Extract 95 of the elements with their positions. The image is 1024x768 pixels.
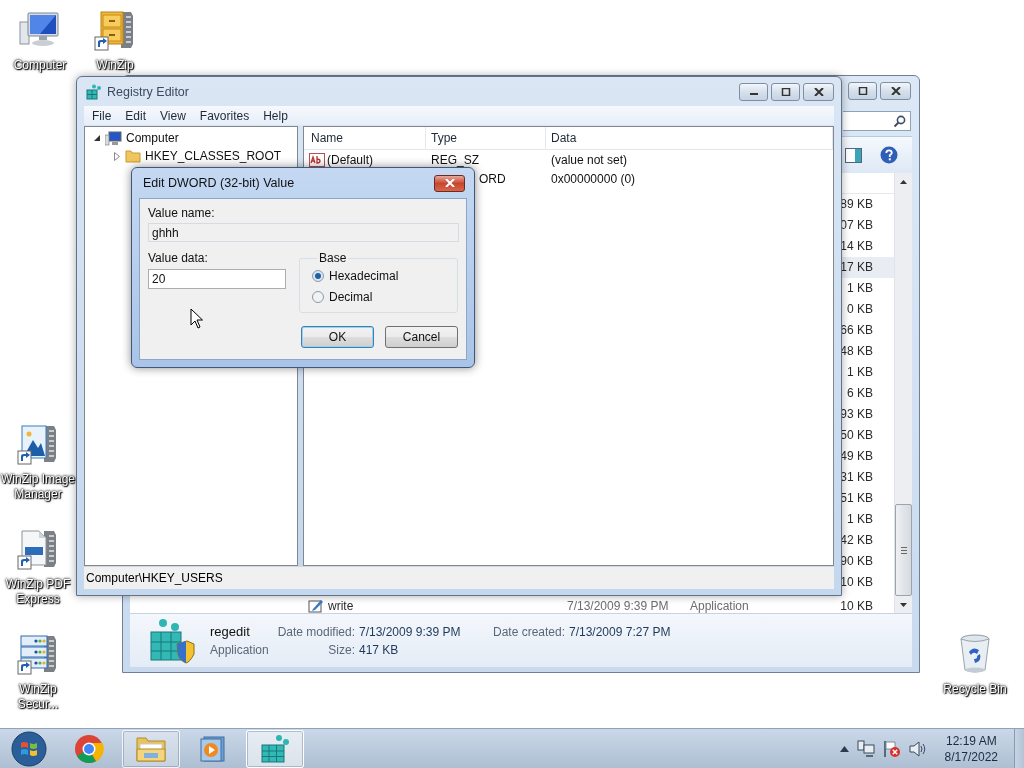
file-date: 7/13/2009 9:39 PM bbox=[566, 599, 670, 613]
file-name: regedit bbox=[210, 624, 251, 639]
column-header[interactable]: Name bbox=[304, 127, 426, 149]
grip-icon bbox=[900, 546, 907, 554]
file-size: 14 KB bbox=[839, 239, 873, 254]
field-label: Value name: bbox=[148, 206, 216, 220]
radio-option[interactable]: Decimal bbox=[312, 290, 457, 304]
dialog-title: Edit DWORD (32-bit) Value bbox=[143, 176, 296, 190]
maximize-icon bbox=[780, 87, 791, 96]
menu-item[interactable]: View bbox=[153, 108, 193, 123]
cubes-icon bbox=[149, 617, 195, 664]
string-value-icon bbox=[309, 152, 325, 167]
file-size: 0 KB bbox=[846, 302, 873, 317]
field-label: Value data: bbox=[148, 251, 209, 265]
menu-item[interactable]: File bbox=[85, 108, 119, 123]
file-size: 1 KB bbox=[846, 365, 873, 380]
desktop-icon-label[interactable]: WinZip PDF Express bbox=[0, 577, 77, 607]
cubes-icon bbox=[86, 83, 102, 100]
cubes-icon bbox=[259, 733, 291, 764]
desktop-icon-label[interactable]: WinZip Image Manager bbox=[0, 472, 77, 502]
browser-icon bbox=[74, 733, 104, 764]
status-bar: Computer\HKEY_USERS bbox=[84, 566, 834, 589]
radio-option[interactable]: Hexadecimal bbox=[312, 269, 457, 283]
folder-icon bbox=[135, 734, 167, 763]
file-size: 10 KB bbox=[839, 599, 873, 613]
window-title: Registry Editor bbox=[107, 84, 190, 99]
desktop-icon-label[interactable]: WinZip bbox=[96, 58, 134, 73]
desktop-icon-label[interactable]: Recycle Bin bbox=[943, 682, 1007, 697]
file-size: 1 KB bbox=[846, 281, 873, 296]
column-header[interactable]: Type bbox=[426, 127, 546, 149]
scroll-up-icon[interactable] bbox=[900, 179, 907, 184]
value-type: REG_SZ bbox=[431, 152, 479, 167]
minimize-button[interactable] bbox=[739, 82, 768, 101]
start-orb-icon bbox=[11, 730, 47, 767]
close-icon bbox=[813, 87, 824, 96]
column-header[interactable]: Data bbox=[546, 127, 833, 149]
menu-item[interactable]: Help bbox=[256, 108, 295, 123]
radio-button[interactable] bbox=[312, 270, 324, 282]
file-type: Application bbox=[689, 599, 750, 613]
clock[interactable]: 12:19 AM 8/17/2022 bbox=[934, 732, 1006, 765]
speaker-icon[interactable] bbox=[908, 740, 927, 757]
value-data-field[interactable]: 20 bbox=[148, 269, 286, 289]
folder-icon bbox=[125, 149, 141, 163]
maximize-button[interactable] bbox=[848, 82, 877, 100]
close-button[interactable] bbox=[803, 82, 834, 101]
search-icon bbox=[893, 114, 906, 128]
collapse-arrow-icon[interactable] bbox=[93, 134, 101, 142]
date-modified-value: 7/13/2009 9:39 PM bbox=[359, 625, 462, 639]
close-icon bbox=[890, 87, 901, 95]
date-created-value: 7/13/2009 7:27 PM bbox=[569, 625, 671, 639]
file-size: 1 KB bbox=[846, 511, 873, 526]
size-label: Size: bbox=[327, 643, 355, 657]
menu-item[interactable]: Favorites bbox=[192, 108, 257, 123]
taskbar-button[interactable] bbox=[122, 729, 180, 768]
scroll-down-icon[interactable] bbox=[900, 602, 907, 607]
file-size: 10 KB bbox=[839, 574, 873, 589]
value-name: (Default) bbox=[327, 152, 373, 167]
show-hidden-icons-icon[interactable] bbox=[839, 745, 849, 752]
close-icon bbox=[444, 179, 455, 187]
close-button[interactable] bbox=[434, 174, 465, 192]
dialog-button[interactable]: OK bbox=[301, 326, 374, 348]
value-data: (value not set) bbox=[551, 152, 628, 167]
tree-item[interactable]: Computer bbox=[126, 131, 179, 145]
computer-icon bbox=[105, 130, 122, 146]
file-size: 6 KB bbox=[846, 386, 873, 400]
maximize-icon bbox=[857, 87, 868, 95]
size-value: 417 KB bbox=[359, 643, 400, 657]
clock-time: 12:19 AM bbox=[945, 732, 997, 749]
taskbar-button[interactable] bbox=[246, 729, 304, 768]
file-name: write bbox=[328, 599, 354, 613]
group-label: Base bbox=[318, 251, 348, 265]
network-icon[interactable] bbox=[856, 740, 875, 757]
play-icon bbox=[200, 734, 226, 763]
expand-arrow-icon[interactable] bbox=[113, 151, 121, 161]
mouse-cursor-icon bbox=[190, 308, 204, 329]
close-button[interactable] bbox=[880, 82, 911, 100]
radio-button[interactable] bbox=[312, 291, 324, 303]
file-type: Application bbox=[210, 643, 270, 657]
flag-icon[interactable] bbox=[882, 739, 901, 758]
file-size: 17 KB bbox=[839, 260, 873, 275]
dialog-button[interactable]: Cancel bbox=[385, 326, 458, 348]
scrollbar[interactable] bbox=[894, 173, 912, 613]
help-icon[interactable] bbox=[880, 146, 898, 164]
desktop-icon-label[interactable]: WinZip Secur... bbox=[0, 682, 77, 712]
date-modified-label: Date modified: bbox=[276, 625, 355, 639]
tree-item[interactable]: HKEY_CLASSES_ROOT bbox=[145, 149, 282, 163]
search-field[interactable] bbox=[843, 111, 911, 131]
maximize-button[interactable] bbox=[771, 82, 800, 101]
date-created-label: Date created: bbox=[493, 625, 565, 639]
value-data: 0x00000000 (0) bbox=[551, 171, 636, 186]
value-type: ORD bbox=[479, 171, 506, 186]
desktop-icon-label[interactable]: Computer bbox=[13, 58, 67, 73]
clock-date: 8/17/2022 bbox=[944, 748, 998, 765]
preview-pane-icon[interactable] bbox=[845, 147, 862, 163]
menu-item[interactable]: Edit bbox=[118, 108, 154, 123]
